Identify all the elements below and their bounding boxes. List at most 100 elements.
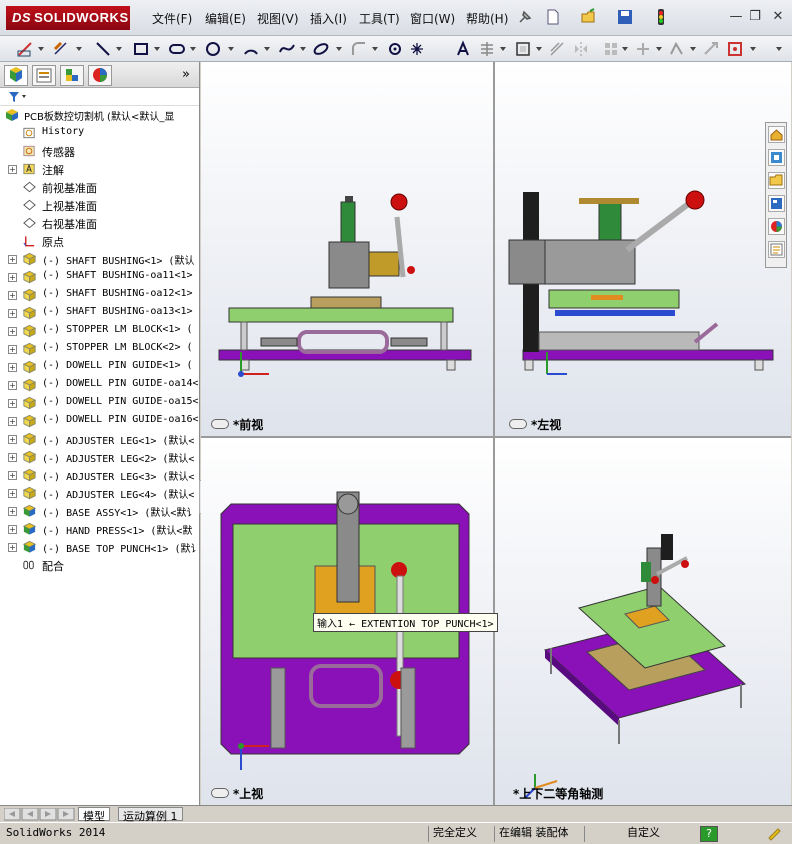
tree-item[interactable]: + (-) SHAFT BUSHING-oa13<1>	[0, 304, 200, 322]
tree-expand-toggle[interactable]: +	[8, 381, 17, 390]
tree-item[interactable]: + (-) ADJUSTER LEG<3> (默认<	[0, 466, 200, 484]
viewport-front[interactable]: *前视	[201, 62, 493, 436]
solidworks-logo[interactable]: DS SOLIDWORKS	[6, 6, 130, 30]
viewport-left[interactable]: *左视	[495, 62, 791, 436]
tab-motion-study[interactable]: 运动算例 1	[118, 807, 183, 823]
tree-expand-toggle[interactable]: +	[8, 309, 17, 318]
tree-item[interactable]: 传感器	[0, 142, 200, 160]
tree-root[interactable]: PCB板数控切割机 (默认<默认_显	[0, 106, 200, 124]
repair-sketch-icon[interactable]	[702, 40, 720, 58]
tree-expand-toggle[interactable]: +	[8, 291, 17, 300]
tab-feature-manager[interactable]	[4, 65, 28, 86]
tree-expand-toggle[interactable]: +	[8, 255, 17, 264]
save-icon[interactable]	[616, 8, 634, 26]
tree-item[interactable]: + 注解	[0, 160, 200, 178]
rectangle-dropdown[interactable]	[154, 47, 160, 51]
tree-item[interactable]: + (-) DOWELL PIN GUIDE<1> (	[0, 358, 200, 376]
tree-item[interactable]: History	[0, 124, 200, 142]
circle-dropdown[interactable]	[228, 47, 234, 51]
ellipse-dropdown[interactable]	[336, 47, 342, 51]
move-dropdown[interactable]	[656, 47, 662, 51]
tree-expand-toggle[interactable]: +	[8, 363, 17, 372]
tree-item[interactable]: 配合	[0, 556, 200, 574]
tree-item[interactable]: + (-) ADJUSTER LEG<1> (默认<	[0, 430, 200, 448]
move-entities-icon[interactable]	[634, 40, 652, 58]
menu-insert[interactable]: 插入(I)	[310, 10, 347, 27]
tree-expand-toggle[interactable]: +	[8, 327, 17, 336]
tree-expand-toggle[interactable]: +	[8, 399, 17, 408]
graphics-area[interactable]: *前视 *左视 *上视 *上下二等角轴测 输入1 ← EXTENTION TOP…	[201, 62, 791, 805]
tree-item[interactable]: + (-) STOPPER LM BLOCK<2> (	[0, 340, 200, 358]
tp-appearances-tab[interactable]	[768, 218, 785, 235]
quick-snaps-icon[interactable]	[726, 40, 744, 58]
tree-item[interactable]: + (-) SHAFT BUSHING-oa11<1>	[0, 268, 200, 286]
tree-item[interactable]: + (-) SHAFT BUSHING<1> (默认	[0, 250, 200, 268]
arc-icon[interactable]	[242, 40, 260, 58]
linear-pattern-icon[interactable]	[602, 40, 620, 58]
tp-file-explorer-tab[interactable]	[768, 172, 785, 189]
tab-scroll-arrows[interactable]	[4, 808, 76, 821]
panel-expand-arrow[interactable]: »	[182, 67, 190, 82]
menu-edit[interactable]: 编辑(E)	[205, 10, 246, 27]
tree-expand-toggle[interactable]: +	[8, 345, 17, 354]
tree-expand-toggle[interactable]: +	[8, 489, 17, 498]
smart-dimension-icon[interactable]	[52, 40, 70, 58]
toolbar-overflow-dropdown[interactable]	[776, 47, 782, 51]
restore-button[interactable]: ❐	[747, 9, 763, 25]
tree-expand-toggle[interactable]: +	[8, 165, 17, 174]
tab-model[interactable]: 模型	[78, 807, 110, 823]
tree-expand-toggle[interactable]: +	[8, 417, 17, 426]
tp-view-palette-tab[interactable]	[768, 195, 785, 212]
tree-expand-toggle[interactable]: +	[8, 435, 17, 444]
menu-window[interactable]: 窗口(W)	[410, 10, 455, 27]
tp-design-library-tab[interactable]	[768, 149, 785, 166]
tp-resources-tab[interactable]	[768, 126, 785, 143]
tree-item[interactable]: + (-) ADJUSTER LEG<2> (默认<	[0, 448, 200, 466]
convert-dropdown[interactable]	[536, 47, 542, 51]
tree-expand-toggle[interactable]: +	[8, 525, 17, 534]
tree-item[interactable]: + (-) HAND PRESS<1> (默认<默	[0, 520, 200, 538]
tree-item[interactable]: 原点	[0, 232, 200, 250]
minimize-button[interactable]: —	[728, 9, 744, 25]
convert-entities-icon[interactable]	[514, 40, 532, 58]
status-help-icon[interactable]: ?	[700, 826, 718, 842]
offset-entities-icon[interactable]	[548, 40, 566, 58]
text-icon[interactable]	[454, 40, 472, 58]
filter-icon[interactable]	[8, 91, 30, 103]
viewport-front-options-icon[interactable]	[211, 419, 229, 429]
slot-icon[interactable]	[168, 40, 186, 58]
line-dropdown[interactable]	[116, 47, 122, 51]
close-button[interactable]: ✕	[770, 9, 786, 25]
relations-dropdown[interactable]	[690, 47, 696, 51]
tree-item[interactable]: + (-) BASE TOP PUNCH<1> (默讠	[0, 538, 200, 556]
tree-expand-toggle[interactable]: +	[8, 543, 17, 552]
new-document-icon[interactable]	[544, 8, 562, 26]
fillet-icon[interactable]	[350, 40, 368, 58]
tree-item[interactable]: + (-) DOWELL PIN GUIDE-oa14<	[0, 376, 200, 394]
spline-icon[interactable]	[278, 40, 296, 58]
tree-item[interactable]: + (-) SHAFT BUSHING-oa12<1>	[0, 286, 200, 304]
menu-help[interactable]: 帮助(H)	[466, 10, 508, 27]
menu-file[interactable]: 文件(F)	[152, 10, 192, 27]
tree-expand-toggle[interactable]: +	[8, 273, 17, 282]
rectangle-icon[interactable]	[132, 40, 150, 58]
tab-configuration-manager[interactable]	[60, 65, 84, 86]
display-relations-icon[interactable]	[668, 40, 686, 58]
point-icon[interactable]	[408, 40, 426, 58]
plane-point-icon[interactable]	[386, 40, 404, 58]
rebuild-traffic-light-icon[interactable]	[652, 8, 670, 26]
viewport-top-options-icon[interactable]	[211, 788, 229, 798]
tree-item[interactable]: + (-) DOWELL PIN GUIDE-oa16<	[0, 412, 200, 430]
menu-view[interactable]: 视图(V)	[257, 10, 299, 27]
slot-dropdown[interactable]	[190, 47, 196, 51]
tree-item[interactable]: + (-) DOWELL PIN GUIDE-oa15<	[0, 394, 200, 412]
tree-item[interactable]: 右视基准面	[0, 214, 200, 232]
viewport-isometric[interactable]: *上下二等角轴测	[495, 438, 791, 805]
fillet-dropdown[interactable]	[372, 47, 378, 51]
trim-dropdown[interactable]	[500, 47, 506, 51]
tab-display-manager[interactable]	[88, 65, 112, 86]
ellipse-icon[interactable]	[312, 40, 330, 58]
spline-dropdown[interactable]	[300, 47, 306, 51]
tree-item[interactable]: + (-) BASE ASSY<1> (默认<默讠	[0, 502, 200, 520]
tree-item[interactable]: 前视基准面	[0, 178, 200, 196]
